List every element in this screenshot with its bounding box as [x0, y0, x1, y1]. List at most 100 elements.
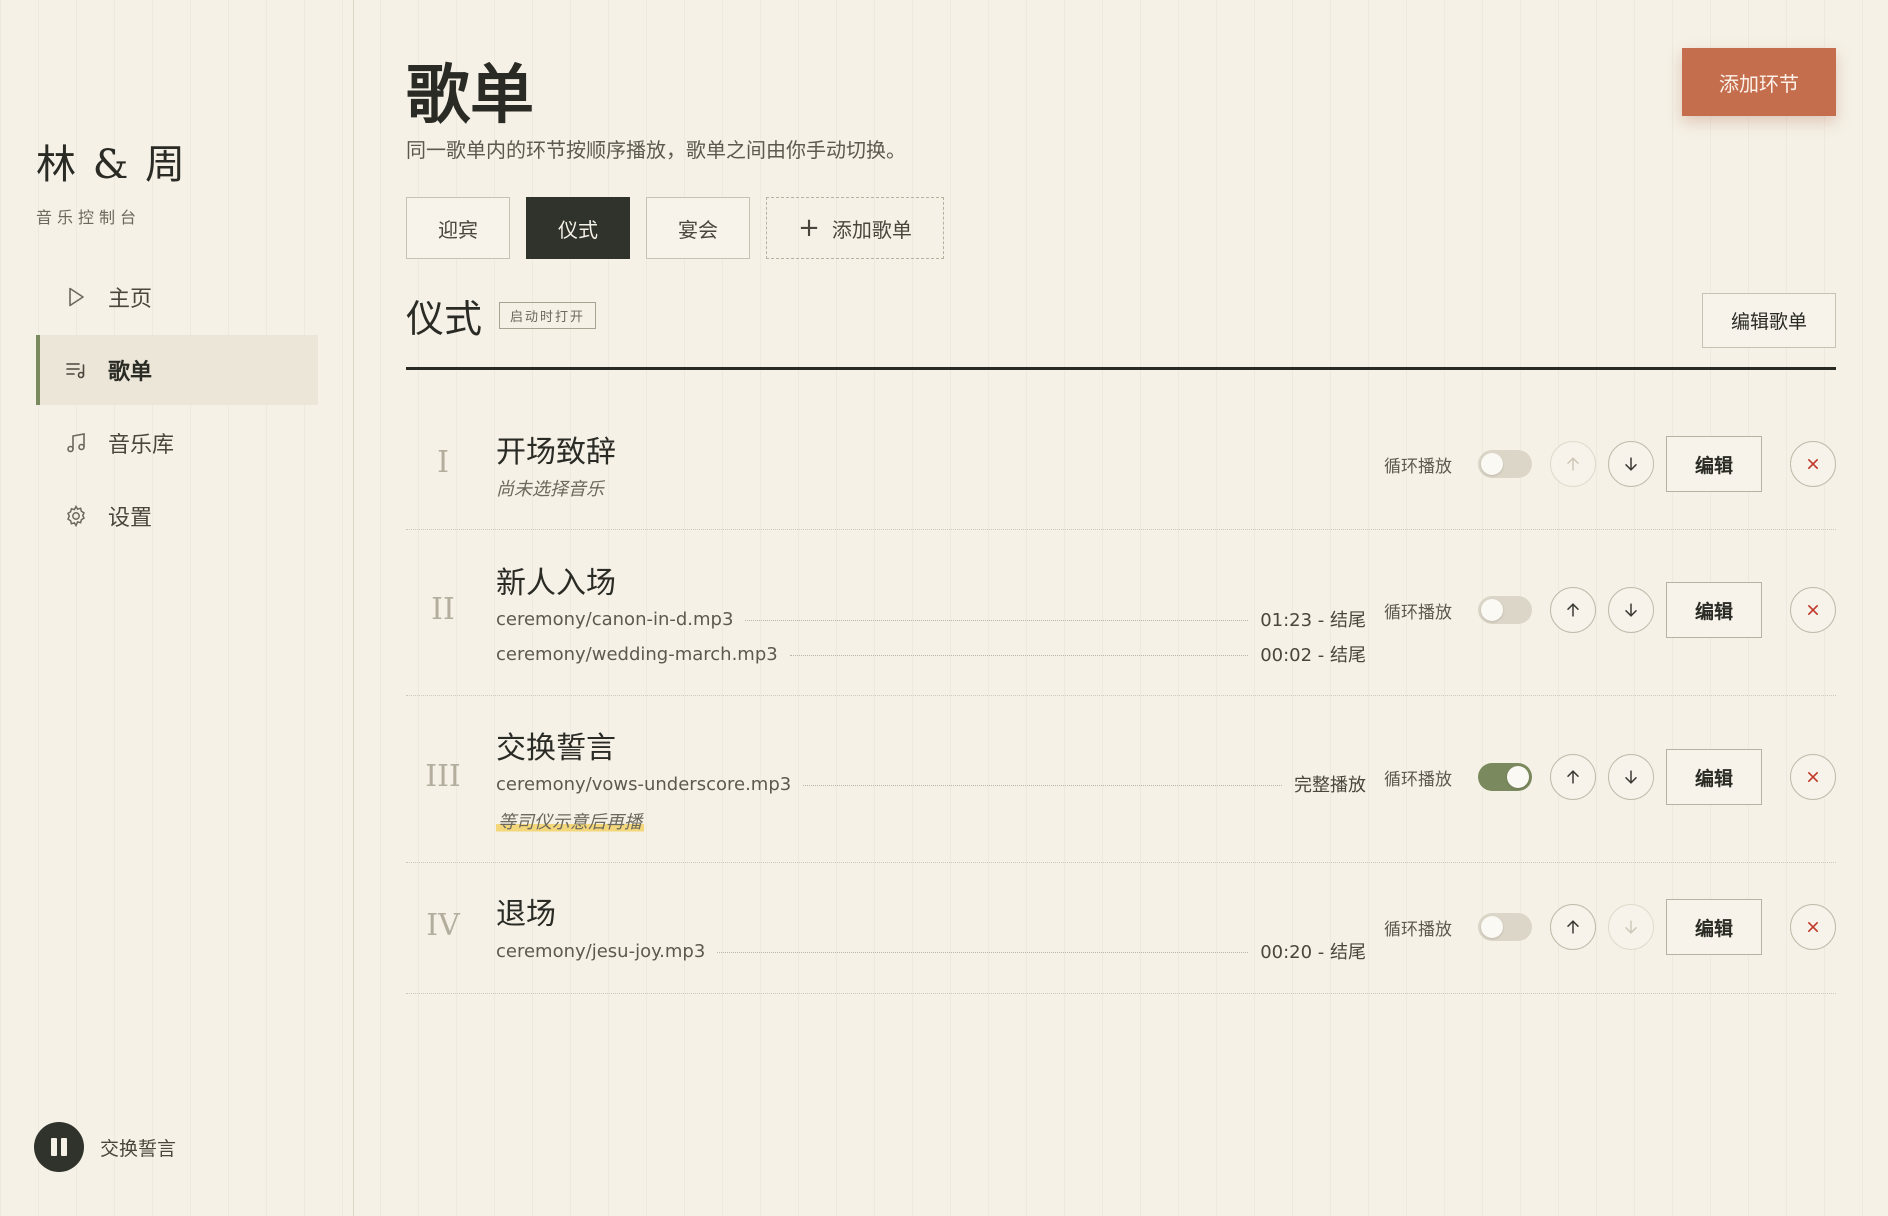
edit-section-button[interactable]: 编辑: [1666, 582, 1762, 638]
tab-welcome[interactable]: 迎宾: [406, 197, 510, 259]
track-timing: 00:02 - 结尾: [1260, 645, 1366, 666]
track-timing: 00:20 - 结尾: [1260, 942, 1366, 963]
arrow-down-icon: [1625, 770, 1637, 784]
edit-section-button[interactable]: 编辑: [1666, 749, 1762, 805]
sidebar-item-library[interactable]: 音乐库: [36, 408, 318, 478]
dotted-leader: [717, 951, 1249, 953]
section-numeral: IV: [426, 908, 460, 943]
move-up-button[interactable]: [1550, 754, 1596, 800]
move-down-button[interactable]: [1608, 587, 1654, 633]
section-title: 新人入场: [496, 566, 616, 601]
dotted-leader: [745, 619, 1249, 621]
tab-ceremony[interactable]: 仪式: [526, 197, 630, 259]
delete-section-button[interactable]: [1790, 754, 1836, 800]
sidebar-item-label: 主页: [108, 287, 153, 312]
delete-section-button[interactable]: [1790, 587, 1836, 633]
playlist-header: 仪式 启动时打开 编辑歌单: [406, 288, 1836, 370]
section-controls: 循环播放 编辑: [1384, 436, 1836, 492]
startup-badge: 启动时打开: [499, 302, 597, 329]
brand-subtitle: 音乐控制台: [36, 208, 142, 227]
section-controls: 循环播放 编辑: [1384, 749, 1836, 805]
arrow-up-icon: [1567, 920, 1579, 934]
track-timing: 01:23 - 结尾: [1260, 610, 1366, 631]
section-row: IV 退场 ceremony/jesu-joy.mp3 00:20 - 结尾 循…: [406, 863, 1836, 994]
arrow-down-icon: [1625, 457, 1637, 471]
move-down-button[interactable]: [1608, 441, 1654, 487]
sidebar-item-label: 音乐库: [108, 433, 175, 458]
sidebar-item-settings[interactable]: 设置: [36, 481, 318, 551]
tab-banquet[interactable]: 宴会: [646, 197, 750, 259]
track-item: ceremony/jesu-joy.mp3 00:20 - 结尾: [496, 939, 1366, 964]
close-icon: [1808, 459, 1818, 469]
page-description: 同一歌单内的环节按顺序播放，歌单之间由你手动切换。: [406, 138, 906, 162]
dotted-leader: [789, 654, 1249, 656]
sidebar-item-home[interactable]: 主页: [36, 262, 318, 332]
loop-label: 循环播放: [1384, 603, 1452, 623]
edit-playlist-button[interactable]: 编辑歌单: [1702, 293, 1836, 348]
loop-toggle[interactable]: [1478, 913, 1532, 941]
track-file: ceremony/wedding-march.mp3: [496, 643, 778, 665]
add-section-button[interactable]: 添加环节: [1682, 48, 1836, 116]
delete-section-button[interactable]: [1790, 441, 1836, 487]
section-row: I 开场致辞 尚未选择音乐 循环播放 编辑: [406, 405, 1836, 530]
dotted-leader: [803, 784, 1282, 786]
section-title: 退场: [496, 897, 556, 932]
toggle-knob: [1481, 599, 1503, 621]
section-empty-note: 尚未选择音乐: [496, 479, 604, 500]
toggle-knob: [1481, 453, 1503, 475]
sidebar-nav: 主页 歌单 音乐库 设置: [36, 262, 318, 554]
toggle-knob: [1481, 916, 1503, 938]
move-up-button[interactable]: [1550, 587, 1596, 633]
delete-section-button[interactable]: [1790, 904, 1836, 950]
track-timing: 完整播放: [1294, 775, 1366, 796]
toggle-knob: [1507, 766, 1529, 788]
section-note: 等司仪示意后再播: [496, 808, 644, 834]
track-file: ceremony/jesu-joy.mp3: [496, 940, 706, 962]
loop-toggle[interactable]: [1478, 763, 1532, 791]
section-row: III 交换誓言 ceremony/vows-underscore.mp3 完整…: [406, 696, 1836, 863]
pause-button[interactable]: [34, 1122, 84, 1172]
section-controls: 循环播放 编辑: [1384, 899, 1836, 955]
arrow-up-icon: [1567, 770, 1579, 784]
move-down-button[interactable]: [1608, 754, 1654, 800]
edit-section-button[interactable]: 编辑: [1666, 899, 1762, 955]
playlist-title: 仪式: [406, 297, 483, 341]
loop-label: 循环播放: [1384, 920, 1452, 940]
pause-icon: [61, 1138, 67, 1156]
move-up-button[interactable]: [1550, 904, 1596, 950]
sidebar: 林 & 周 音乐控制台 主页 歌单 音乐库 设置 交换誓言: [0, 0, 354, 1216]
playlist-tabs: 迎宾 仪式 宴会 + 添加歌单: [406, 197, 960, 259]
main-content: 歌单 同一歌单内的环节按顺序播放，歌单之间由你手动切换。 添加环节 迎宾 仪式 …: [406, 0, 1836, 1216]
now-playing-title: 交换誓言: [100, 1137, 177, 1160]
section-row: II 新人入场 ceremony/canon-in-d.mp3 01:23 - …: [406, 530, 1836, 696]
move-down-button[interactable]: [1608, 904, 1654, 950]
music-note-icon: [64, 431, 88, 455]
add-playlist-label: 添加歌单: [831, 217, 912, 242]
arrow-up-icon: [1567, 457, 1579, 471]
now-playing: 交换誓言: [34, 1122, 176, 1172]
track-file: ceremony/canon-in-d.mp3: [496, 608, 734, 630]
gear-icon: [64, 504, 88, 528]
close-icon: [1808, 605, 1818, 615]
loop-toggle[interactable]: [1478, 596, 1532, 624]
section-title: 交换誓言: [496, 731, 616, 766]
pause-icon: [51, 1138, 57, 1156]
plus-icon: +: [798, 213, 820, 243]
brand-title: 林 & 周: [36, 142, 188, 188]
track-file: ceremony/vows-underscore.mp3: [496, 773, 792, 795]
playlist-icon: [64, 358, 88, 382]
loop-toggle[interactable]: [1478, 450, 1532, 478]
sidebar-item-label: 歌单: [108, 360, 153, 385]
section-numeral: III: [425, 759, 461, 794]
arrow-down-icon: [1625, 920, 1637, 934]
close-icon: [1808, 772, 1818, 782]
track-item: ceremony/canon-in-d.mp3 01:23 - 结尾: [496, 607, 1366, 632]
move-up-button[interactable]: [1550, 441, 1596, 487]
edit-section-button[interactable]: 编辑: [1666, 436, 1762, 492]
close-icon: [1808, 922, 1818, 932]
sidebar-item-playlists[interactable]: 歌单: [36, 335, 318, 405]
section-numeral: II: [431, 592, 455, 627]
add-playlist-button[interactable]: + 添加歌单: [766, 197, 944, 259]
loop-label: 循环播放: [1384, 457, 1452, 477]
page-title: 歌单: [406, 58, 534, 133]
